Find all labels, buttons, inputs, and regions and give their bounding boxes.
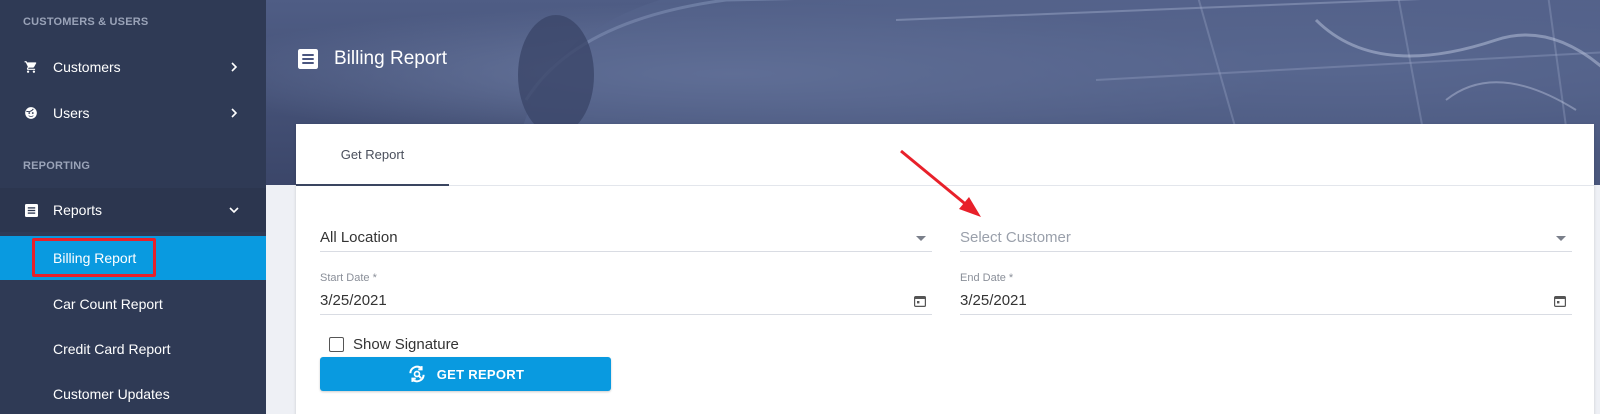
tab-get-report[interactable]: Get Report <box>296 124 449 186</box>
get-report-button[interactable]: GET REPORT <box>320 357 611 391</box>
page-title-text: Billing Report <box>334 48 447 69</box>
sidebar-subitem-label: Customer Updates <box>53 386 170 402</box>
start-date-value: 3/25/2021 <box>320 292 387 309</box>
sidebar: CUSTOMERS & USERS Customers Users REPORT… <box>0 0 266 414</box>
sidebar-subitem-credit-card-report[interactable]: Credit Card Report <box>0 327 266 371</box>
end-date-field[interactable]: End Date * 3/25/2021 <box>960 270 1572 315</box>
list-icon <box>23 202 39 218</box>
sidebar-subitem-customer-updates[interactable]: Customer Updates <box>0 372 266 414</box>
end-date-value: 3/25/2021 <box>960 292 1027 309</box>
face-icon <box>23 105 39 121</box>
sidebar-subitem-label: Credit Card Report <box>53 341 171 357</box>
show-signature-row[interactable]: Show Signature <box>329 336 459 353</box>
chevron-right-icon <box>231 62 238 72</box>
start-date-label: Start Date * <box>320 272 377 284</box>
calendar-icon[interactable] <box>914 295 926 307</box>
sidebar-item-customers[interactable]: Customers <box>0 45 266 89</box>
end-date-label: End Date * <box>960 272 1014 284</box>
section-label-customers-users: CUSTOMERS & USERS <box>23 16 149 28</box>
list-icon <box>298 49 318 69</box>
sidebar-item-users[interactable]: Users <box>0 91 266 135</box>
chevron-down-icon <box>229 207 239 214</box>
calendar-icon[interactable] <box>1554 295 1566 307</box>
show-signature-label: Show Signature <box>353 336 459 353</box>
page-title: Billing Report <box>298 48 447 70</box>
section-label-reporting: REPORTING <box>23 160 91 172</box>
sidebar-item-label: Users <box>53 105 90 121</box>
start-date-field[interactable]: Start Date * 3/25/2021 <box>320 270 932 315</box>
sidebar-item-label: Reports <box>53 202 103 218</box>
get-report-label: GET REPORT <box>436 366 525 382</box>
sidebar-subitem-car-count-report[interactable]: Car Count Report <box>0 282 266 326</box>
refresh-search-icon <box>409 365 425 383</box>
location-select[interactable]: All Location <box>320 222 932 252</box>
cart-icon <box>23 59 39 75</box>
caret-down-icon <box>1556 236 1566 241</box>
location-select-value: All Location <box>320 229 398 246</box>
sidebar-subitem-label: Car Count Report <box>53 296 163 312</box>
show-signature-checkbox[interactable] <box>329 337 344 352</box>
sidebar-item-reports[interactable]: Reports <box>0 188 266 232</box>
annotation-highlight-box <box>32 238 156 277</box>
chevron-right-icon <box>231 108 238 118</box>
sidebar-item-label: Customers <box>53 59 121 75</box>
customer-select-placeholder: Select Customer <box>960 229 1071 246</box>
customer-select[interactable]: Select Customer <box>960 222 1572 252</box>
annotation-arrow <box>900 149 981 217</box>
caret-down-icon <box>916 236 926 241</box>
